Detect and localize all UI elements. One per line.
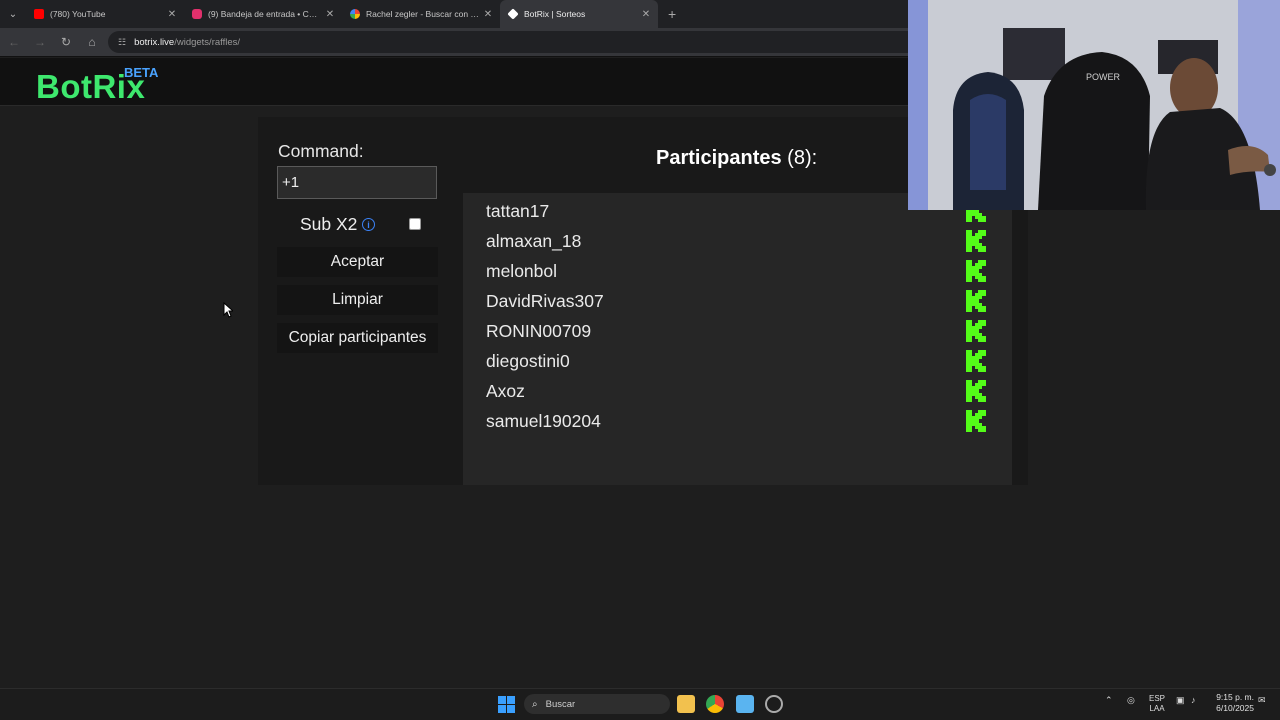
clock-time: 9:15 p. m.: [1216, 692, 1254, 702]
close-tab-icon[interactable]: ✕: [638, 9, 654, 20]
chrome-icon[interactable]: [706, 695, 724, 713]
close-tab-icon[interactable]: ✕: [164, 9, 180, 20]
tab-title: (780) YouTube: [50, 9, 106, 19]
language-indicator[interactable]: ESP LAA: [1149, 694, 1165, 714]
address-bar[interactable]: ☷ botrix.live/widgets/raffles/: [108, 31, 988, 53]
participant-name: diegostini0: [486, 350, 570, 371]
browser-tab-botrix[interactable]: BotRix | Sorteos ✕: [500, 0, 658, 28]
google-favicon-icon: [350, 9, 360, 19]
copy-participants-button[interactable]: Copiar participantes: [277, 323, 438, 353]
kick-icon: [966, 320, 986, 342]
reload-icon[interactable]: ↻: [54, 30, 78, 54]
command-input[interactable]: [277, 166, 437, 199]
kick-icon: [966, 380, 986, 402]
kick-icon: [966, 350, 986, 372]
close-tab-icon[interactable]: ✕: [322, 9, 338, 20]
tab-search-menu-icon[interactable]: ⌄: [0, 0, 26, 28]
participant-row: almaxan_18: [463, 226, 1012, 256]
tab-title: (9) Bandeja de entrada • Chats: [208, 9, 322, 19]
participant-row: melonbol: [463, 256, 1012, 286]
new-tab-button[interactable]: +: [668, 6, 676, 22]
beta-badge: BETA: [124, 65, 159, 80]
instagram-favicon-icon: [192, 9, 202, 19]
info-icon[interactable]: i: [362, 218, 375, 231]
participant-row: DavidRivas307: [463, 286, 1012, 316]
microphone-icon[interactable]: ◎: [1127, 695, 1135, 706]
sub-x2-label: Sub X2: [300, 214, 358, 234]
file-explorer-icon[interactable]: [677, 695, 695, 713]
command-label: Command:: [278, 141, 364, 161]
participants-title: Participantes: [656, 147, 782, 169]
participant-name: tattan17: [486, 200, 550, 221]
participant-name: almaxan_18: [486, 230, 582, 251]
participants-heading: Participantes (8):: [656, 147, 817, 170]
youtube-favicon-icon: [34, 9, 44, 19]
taskbar-search-placeholder: Buscar: [545, 698, 576, 710]
site-info-icon[interactable]: ☷: [118, 37, 126, 48]
windows-start-icon[interactable]: [498, 696, 515, 713]
kick-icon: [966, 410, 986, 432]
tray-overflow-icon[interactable]: ⌃: [1105, 695, 1113, 706]
participant-row: Axoz: [463, 376, 1012, 406]
close-tab-icon[interactable]: ✕: [480, 9, 496, 20]
volume-icon[interactable]: ♪: [1191, 695, 1196, 705]
notepad-icon[interactable]: [736, 695, 754, 713]
taskbar-clock[interactable]: 9:15 p. m. 6/10/2025: [1206, 692, 1254, 714]
participant-name: RONIN00709: [486, 320, 592, 341]
kick-icon: [966, 230, 986, 252]
url-host: botrix.live: [134, 36, 175, 48]
participant-row: samuel190204: [463, 406, 1012, 436]
participants-count: (8):: [787, 147, 818, 169]
participant-row: diegostini0: [463, 346, 1012, 376]
accept-button[interactable]: Aceptar: [277, 247, 438, 277]
browser-tab-instagram[interactable]: (9) Bandeja de entrada • Chats ✕: [184, 0, 342, 28]
notification-bell-icon[interactable]: ✉: [1258, 695, 1266, 706]
taskbar-search[interactable]: ⌕ Buscar: [524, 694, 670, 714]
back-arrow-icon[interactable]: ←: [2, 30, 26, 54]
tab-title: Rachel zegler - Buscar con Goo: [366, 9, 480, 19]
mouse-cursor-icon: [223, 302, 233, 318]
botrix-favicon-icon: [507, 8, 519, 20]
browser-tab-youtube[interactable]: (780) YouTube ✕: [26, 0, 184, 28]
search-icon: ⌕: [532, 698, 538, 710]
kick-icon: [966, 260, 986, 282]
forward-arrow-icon[interactable]: →: [28, 30, 52, 54]
tab-title: BotRix | Sorteos: [524, 9, 586, 19]
browser-tab-google[interactable]: Rachel zegler - Buscar con Goo ✕: [342, 0, 500, 28]
keyboard-layout: LAA: [1149, 704, 1165, 713]
app-icon[interactable]: [765, 695, 783, 713]
participants-list: tattan17 almaxan_18 melonbol DavidRivas307 R…: [463, 196, 1012, 436]
home-icon[interactable]: ⌂: [80, 30, 104, 54]
participant-name: Axoz: [486, 380, 525, 401]
participant-row: RONIN00709: [463, 316, 1012, 346]
kick-icon: [966, 290, 986, 312]
clear-button[interactable]: Limpiar: [277, 285, 438, 315]
chair-brand-text: POWER: [1086, 72, 1121, 82]
participant-name: DavidRivas307: [486, 290, 604, 311]
url-path: /widgets/raffles/: [174, 36, 241, 48]
webcam-image: POWER: [908, 0, 1280, 210]
participant-name: samuel190204: [486, 410, 601, 431]
participant-name: melonbol: [486, 260, 558, 281]
language-code: ESP: [1149, 694, 1166, 703]
network-icon[interactable]: ▣: [1176, 695, 1185, 706]
sub-x2-checkbox[interactable]: [409, 218, 421, 230]
webcam-overlay: POWER: [908, 0, 1280, 210]
clock-date: 6/10/2025: [1216, 703, 1254, 713]
